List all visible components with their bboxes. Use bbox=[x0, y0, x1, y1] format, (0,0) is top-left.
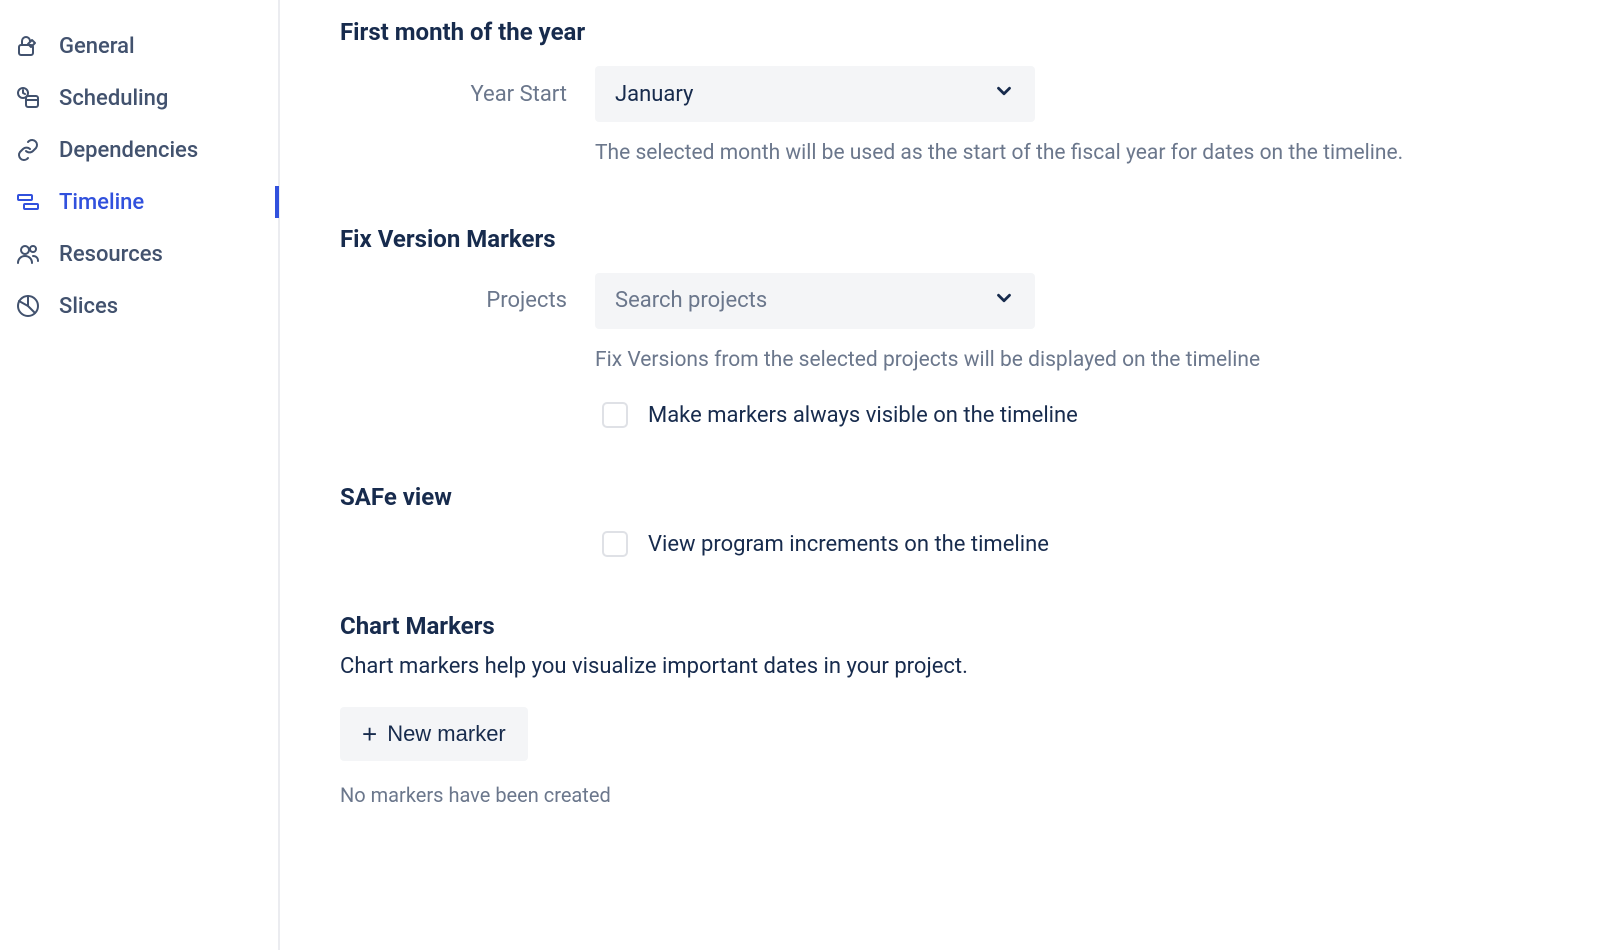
section-title: Chart Markers bbox=[340, 612, 1610, 640]
sidebar-item-scheduling[interactable]: Scheduling bbox=[15, 72, 278, 124]
section-safe-view: SAFe view View program increments on the… bbox=[340, 483, 1610, 557]
section-chart-markers: Chart Markers Chart markers help you vis… bbox=[340, 612, 1610, 807]
markers-visible-label: Make markers always visible on the timel… bbox=[648, 403, 1078, 428]
unlock-edit-icon bbox=[15, 33, 41, 59]
sidebar-item-general[interactable]: General bbox=[15, 20, 278, 72]
pie-chart-icon bbox=[15, 293, 41, 319]
sidebar-item-label: Timeline bbox=[59, 190, 144, 215]
projects-label: Projects bbox=[340, 288, 595, 313]
sidebar-item-label: Dependencies bbox=[59, 138, 198, 163]
no-markers-text: No markers have been created bbox=[340, 783, 1610, 807]
section-fix-version-markers: Fix Version Markers Projects Search proj… bbox=[340, 225, 1610, 429]
sidebar-item-label: Slices bbox=[59, 294, 118, 319]
link-icon bbox=[15, 137, 41, 163]
select-value: January bbox=[615, 82, 693, 107]
sidebar-item-resources[interactable]: Resources bbox=[15, 228, 278, 280]
sidebar: General Scheduling Dependencies bbox=[0, 0, 280, 950]
markers-visible-checkbox[interactable] bbox=[602, 402, 628, 428]
people-icon bbox=[15, 241, 41, 267]
chart-markers-desc: Chart markers help you visualize importa… bbox=[340, 654, 1610, 679]
chevron-down-icon bbox=[993, 80, 1015, 108]
sidebar-item-label: Resources bbox=[59, 242, 163, 267]
section-first-month: First month of the year Year Start Janua… bbox=[340, 18, 1610, 170]
section-title: First month of the year bbox=[340, 18, 1610, 46]
select-placeholder: Search projects bbox=[615, 288, 767, 313]
program-increments-checkbox[interactable] bbox=[602, 531, 628, 557]
sidebar-item-label: General bbox=[59, 34, 135, 59]
projects-select[interactable]: Search projects bbox=[595, 273, 1035, 329]
main-content: First month of the year Year Start Janua… bbox=[280, 0, 1610, 950]
projects-helper: Fix Versions from the selected projects … bbox=[595, 345, 1260, 377]
plus-icon: + bbox=[362, 721, 377, 747]
new-marker-button[interactable]: + New marker bbox=[340, 707, 528, 761]
timeline-icon bbox=[15, 189, 41, 215]
sidebar-item-slices[interactable]: Slices bbox=[15, 280, 278, 332]
year-start-helper: The selected month will be used as the s… bbox=[595, 138, 1403, 170]
sidebar-item-timeline[interactable]: Timeline bbox=[15, 176, 278, 228]
button-label: New marker bbox=[387, 721, 506, 747]
chevron-down-icon bbox=[993, 287, 1015, 315]
clock-calendar-icon bbox=[15, 85, 41, 111]
program-increments-label: View program increments on the timeline bbox=[648, 532, 1049, 557]
year-start-label: Year Start bbox=[340, 82, 595, 107]
section-title: SAFe view bbox=[340, 483, 1610, 511]
sidebar-item-label: Scheduling bbox=[59, 86, 168, 111]
sidebar-item-dependencies[interactable]: Dependencies bbox=[15, 124, 278, 176]
section-title: Fix Version Markers bbox=[340, 225, 1610, 253]
year-start-select[interactable]: January bbox=[595, 66, 1035, 122]
